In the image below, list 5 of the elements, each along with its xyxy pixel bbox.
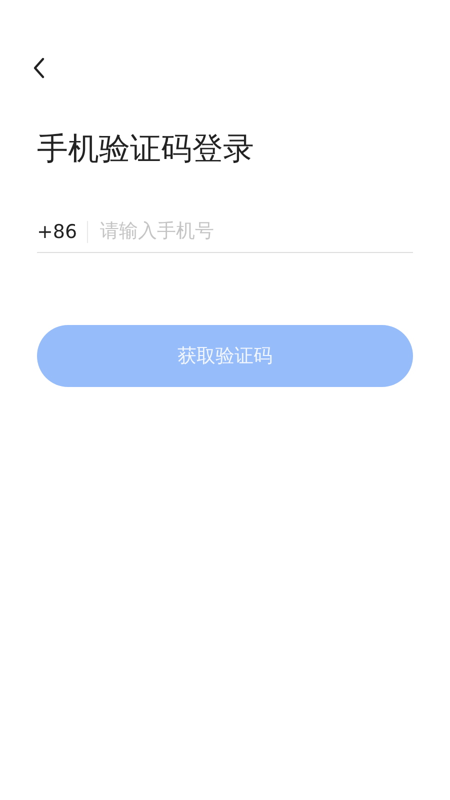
phone-input[interactable]: 请输入手机号 (100, 217, 413, 246)
phone-field[interactable]: +86 请输入手机号 (37, 211, 413, 253)
country-code: +86 (37, 220, 88, 242)
back-icon (32, 56, 46, 80)
page-title: 手机验证码登录 (37, 130, 254, 169)
